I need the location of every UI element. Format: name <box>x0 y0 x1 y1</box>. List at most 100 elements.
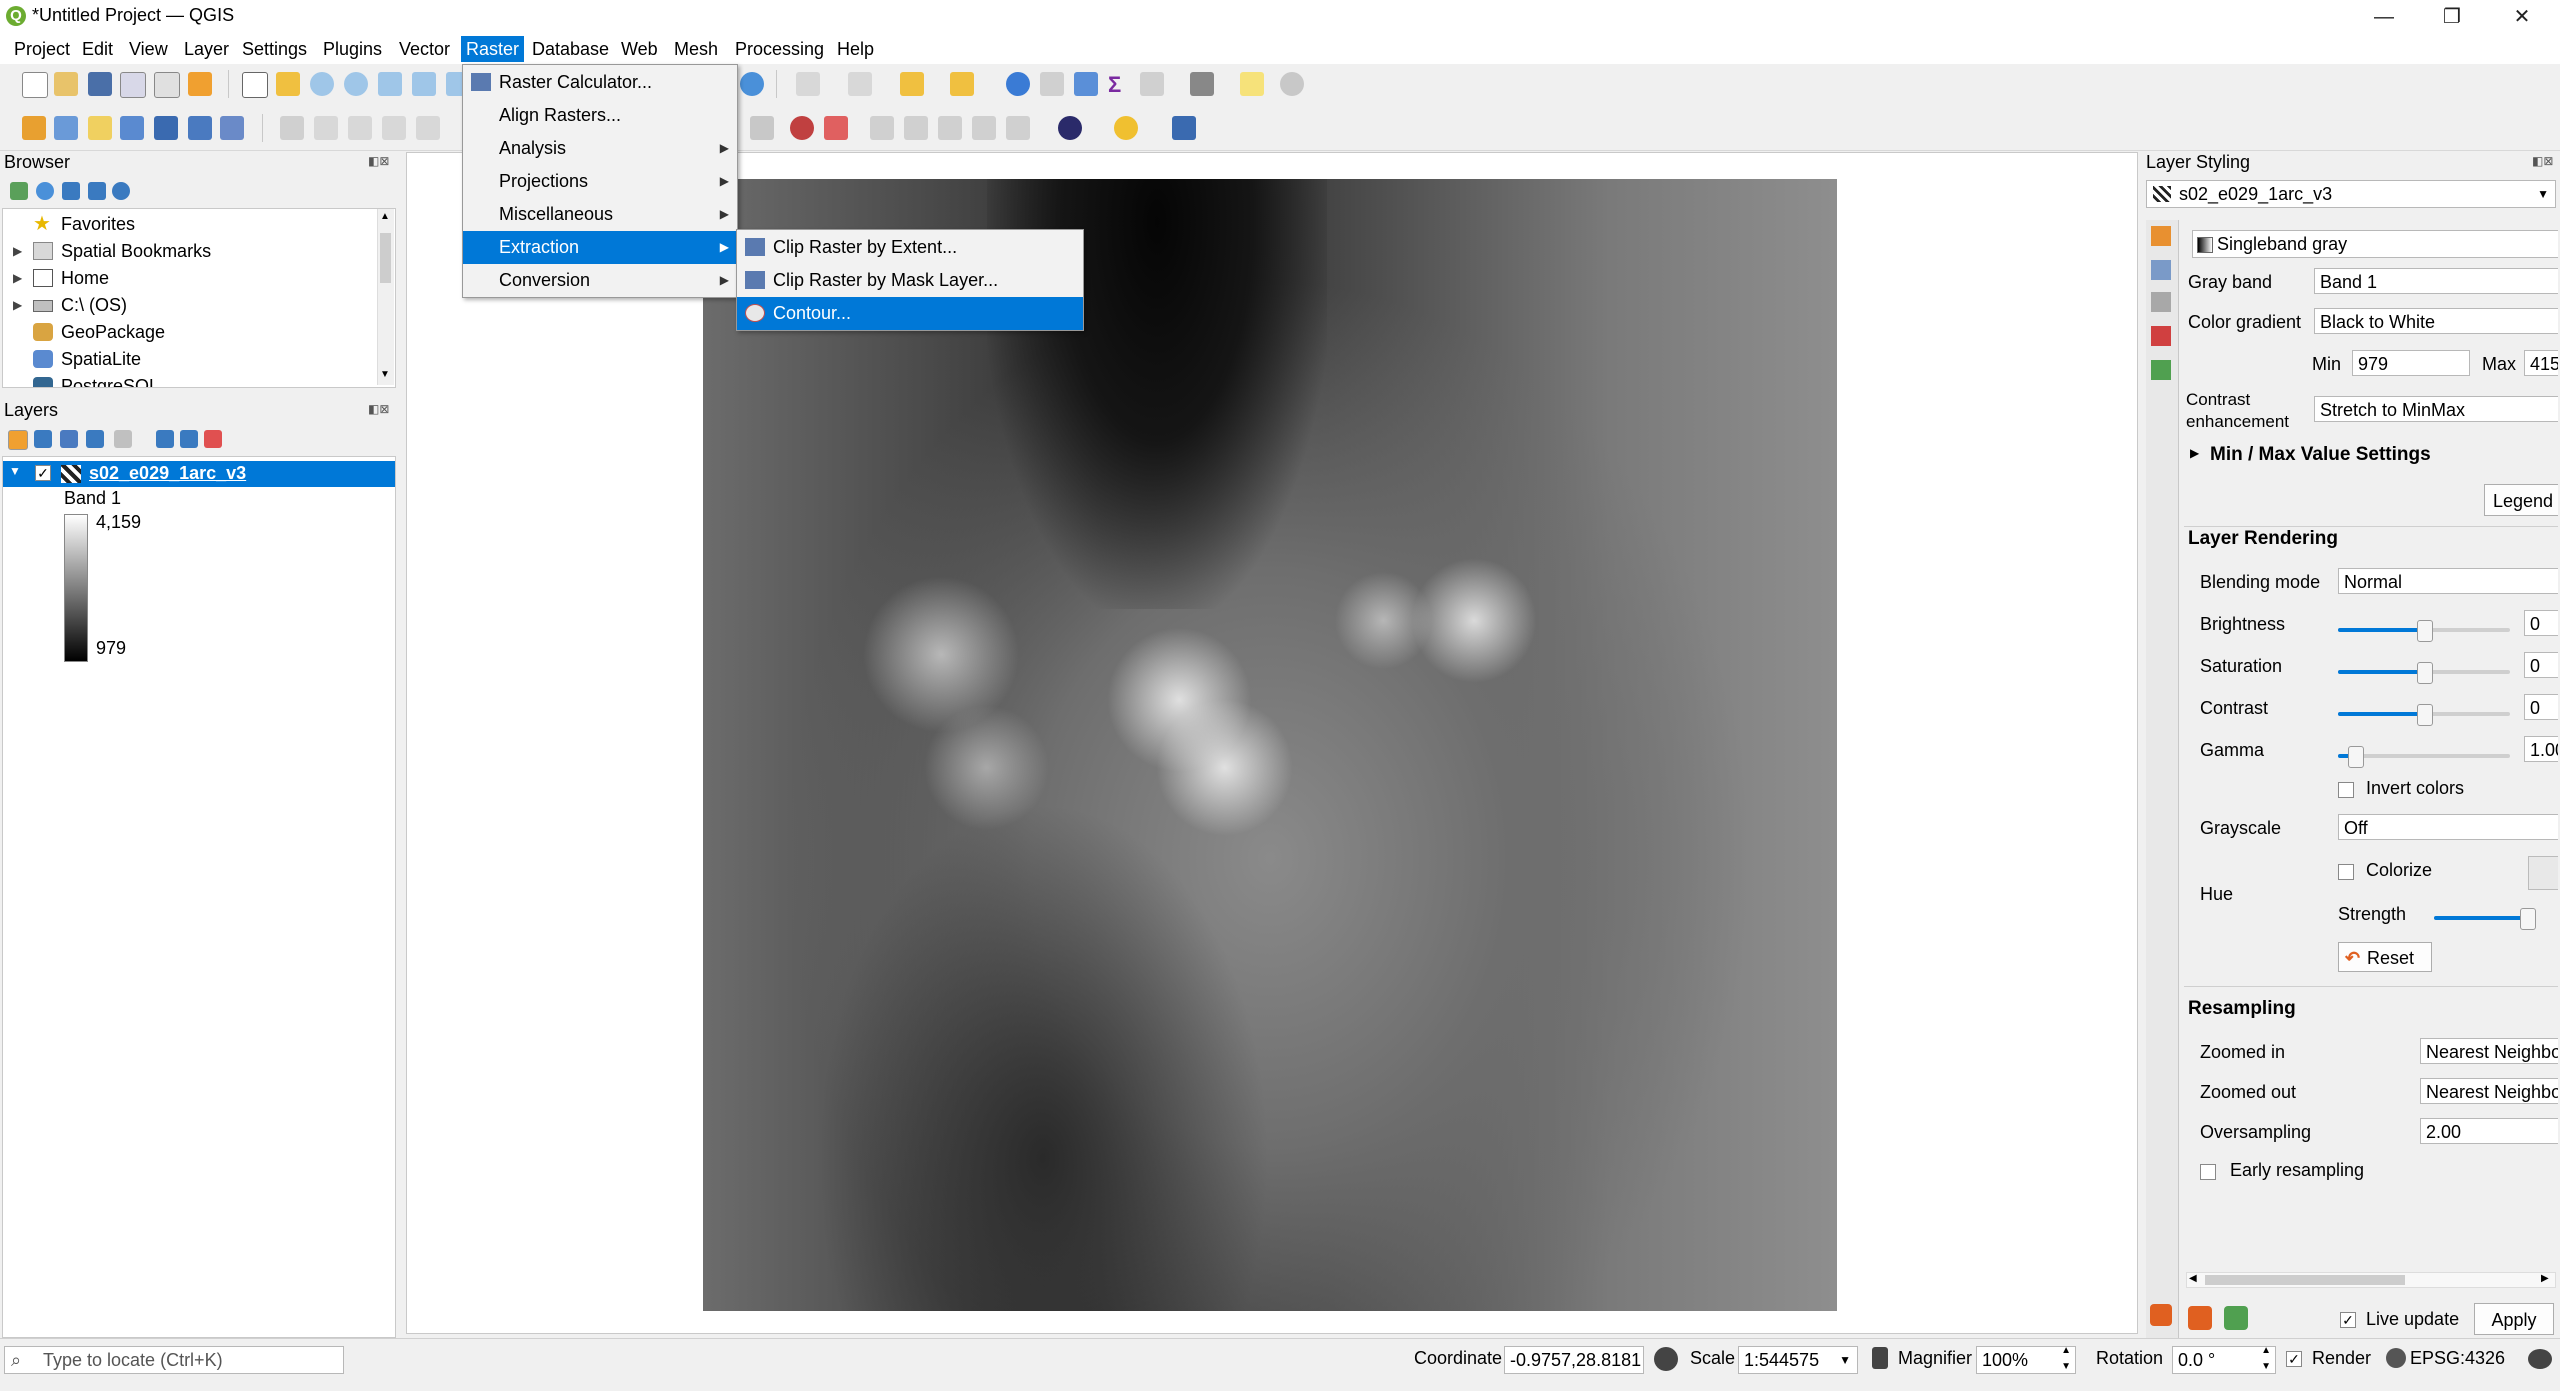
slider-handle[interactable] <box>2417 620 2433 642</box>
browser-item-spatialite[interactable]: SpatiaLite <box>3 346 373 373</box>
menu-web[interactable]: Web <box>616 36 663 62</box>
menu-raster[interactable]: Raster <box>461 36 525 62</box>
menu-help[interactable]: Help <box>832 36 879 62</box>
zoom-in-icon[interactable] <box>310 72 334 96</box>
rotate-label-icon[interactable] <box>1006 116 1030 140</box>
cut-icon[interactable] <box>790 116 814 140</box>
python-console-icon[interactable] <box>1114 116 1138 140</box>
filter-legend-icon[interactable] <box>86 430 104 448</box>
statistics-icon[interactable]: Σ <box>1108 72 1121 98</box>
select-location-icon[interactable] <box>950 72 974 96</box>
scale-select[interactable]: 1:544575 ▼ <box>1738 1346 1858 1374</box>
pan-icon[interactable] <box>242 72 268 98</box>
magnifier-spinbox[interactable]: 100% ▲ ▼ <box>1976 1346 2076 1374</box>
layers-undock-icon[interactable]: ◧⊠ <box>368 402 389 416</box>
scroll-down-icon[interactable]: ▼ <box>380 369 390 380</box>
edit-pencil-icon[interactable] <box>280 116 304 140</box>
menu-project[interactable]: Project <box>9 36 75 62</box>
colorize-checkbox[interactable] <box>2338 864 2354 880</box>
open-table-icon[interactable] <box>1140 72 1164 96</box>
gamma-slider[interactable] <box>2338 746 2514 768</box>
grayscale-select[interactable]: Off <box>2338 814 2558 840</box>
move-label-icon[interactable] <box>972 116 996 140</box>
locate-search-input[interactable]: ⌕ Type to locate (Ctrl+K) <box>4 1346 344 1374</box>
browser-item-favorites[interactable]: ★ Favorites <box>3 211 373 238</box>
symbology-tab-icon[interactable] <box>2151 226 2171 246</box>
menu-item-miscellaneous[interactable]: Miscellaneous ▶ <box>463 198 737 231</box>
invert-colors-checkbox[interactable] <box>2338 782 2354 798</box>
label-tool-icon[interactable] <box>870 116 894 140</box>
history-tab-icon[interactable] <box>2151 360 2171 380</box>
menu-processing[interactable]: Processing <box>730 36 829 62</box>
properties-icon[interactable] <box>112 182 130 200</box>
strength-slider[interactable] <box>2434 908 2540 930</box>
manage-themes-icon[interactable] <box>60 430 78 448</box>
menu-layer[interactable]: Layer <box>179 36 234 62</box>
browser-item-bookmarks[interactable]: ▶ Spatial Bookmarks <box>3 238 373 265</box>
open-project-icon[interactable] <box>54 72 78 96</box>
crs-globe-icon[interactable] <box>2386 1348 2406 1368</box>
contrast-enhancement-select[interactable]: Stretch to MinMax <box>2314 396 2558 422</box>
scroll-up-icon[interactable]: ▲ <box>380 211 390 222</box>
copy-icon[interactable] <box>824 116 848 140</box>
collapse-all-icon[interactable] <box>88 182 106 200</box>
map-tips-icon[interactable] <box>1240 72 1264 96</box>
new-project-icon[interactable] <box>22 72 48 98</box>
browser-undock-icon[interactable]: ◧⊠ <box>368 154 389 168</box>
style-manager-icon[interactable] <box>188 72 212 96</box>
save-project-icon[interactable] <box>88 72 112 96</box>
styling-layer-select[interactable]: s02_e029_1arc_v3 ▼ <box>2146 180 2556 208</box>
slider-handle[interactable] <box>2348 746 2364 768</box>
render-checkbox[interactable]: ✓ <box>2286 1351 2302 1367</box>
coordinate-input[interactable]: -0.9757,28.8181 <box>1504 1346 1644 1374</box>
chevron-right-icon[interactable]: ▶ <box>13 292 22 319</box>
live-update-checkbox[interactable]: ✓ <box>2340 1312 2356 1328</box>
menu-item-align-rasters[interactable]: Align Rasters... <box>463 99 737 132</box>
menu-item-clip-by-mask[interactable]: Clip Raster by Mask Layer... <box>737 264 1083 297</box>
add-layer-icon[interactable] <box>22 116 46 140</box>
zoom-full-icon[interactable] <box>378 72 402 96</box>
temporal-icon[interactable] <box>1280 72 1304 96</box>
slider-handle[interactable] <box>2417 662 2433 684</box>
pan-to-selection-icon[interactable] <box>276 72 300 96</box>
apply-button[interactable]: Apply <box>2474 1303 2554 1335</box>
deselect-icon[interactable] <box>900 72 924 96</box>
contrast-value[interactable]: 0 <box>2524 694 2558 720</box>
early-resampling-checkbox[interactable] <box>2200 1164 2216 1180</box>
digitize-icon[interactable] <box>382 116 406 140</box>
browser-item-drive[interactable]: ▶ C:\ (OS) <box>3 292 373 319</box>
menu-item-extraction[interactable]: Extraction ▶ <box>463 231 737 264</box>
messages-icon[interactable] <box>2528 1349 2552 1369</box>
saturation-slider[interactable] <box>2338 662 2514 684</box>
add-selected-icon[interactable] <box>10 182 28 200</box>
add-delimited-icon[interactable] <box>88 116 112 140</box>
transparency-tab-icon[interactable] <box>2151 260 2171 280</box>
save-as-icon[interactable] <box>120 72 146 98</box>
scrollbar-thumb[interactable] <box>380 233 391 283</box>
refresh-browser-icon[interactable] <box>36 182 54 200</box>
spinbox-arrows-icon[interactable]: ▲ ▼ <box>2261 1347 2271 1373</box>
max-input[interactable]: 415 <box>2524 350 2558 376</box>
select-by-value-icon[interactable] <box>848 72 872 96</box>
add-raster-icon[interactable] <box>120 116 144 140</box>
saturation-value[interactable]: 0 <box>2524 652 2558 678</box>
browser-item-postgresql[interactable]: PostgreSQL <box>3 373 373 387</box>
zoom-out-icon[interactable] <box>344 72 368 96</box>
layer-item-s02-e029[interactable]: ▼ ✓ s02_e029_1arc_v3 <box>3 461 395 487</box>
min-input[interactable]: 979 <box>2352 350 2470 376</box>
scrollbar-thumb[interactable] <box>2205 1275 2405 1285</box>
histogram-tab-icon[interactable] <box>2151 292 2171 312</box>
menu-vector[interactable]: Vector <box>394 36 455 62</box>
chevron-down-icon[interactable]: ▼ <box>9 464 21 478</box>
menu-mesh[interactable]: Mesh <box>669 36 723 62</box>
chevron-right-icon[interactable]: ▶ <box>2190 446 2199 460</box>
menu-item-projections[interactable]: Projections ▶ <box>463 165 737 198</box>
zoomed-in-select[interactable]: Nearest Neighbour <box>2420 1038 2558 1064</box>
add-vector-icon[interactable] <box>54 116 78 140</box>
gamma-value[interactable]: 1.00 <box>2524 736 2558 762</box>
styling-hscrollbar[interactable]: ◀ ▶ <box>2186 1272 2556 1288</box>
menu-view[interactable]: View <box>124 36 173 62</box>
menu-edit[interactable]: Edit <box>77 36 118 62</box>
menu-item-contour[interactable]: Contour... <box>737 297 1083 330</box>
slider-handle[interactable] <box>2417 704 2433 726</box>
